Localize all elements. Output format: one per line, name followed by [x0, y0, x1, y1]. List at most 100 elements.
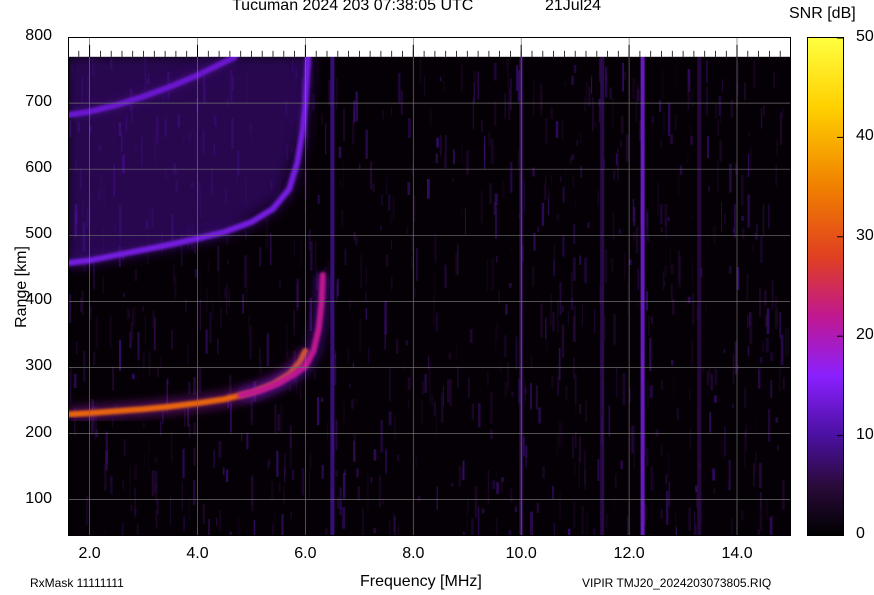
noise-streak [443, 155, 445, 168]
noise-streak [724, 213, 726, 225]
noise-streak [740, 175, 744, 205]
noise-streak [764, 290, 767, 306]
noise-streak [477, 507, 480, 536]
noise-streak [424, 373, 427, 393]
noise-streak [574, 374, 577, 404]
noise-streak [581, 506, 584, 536]
noise-streak [707, 235, 709, 247]
noise-streak [216, 517, 218, 526]
noise-streak [423, 75, 426, 97]
noise-streak [393, 414, 396, 439]
noise-streak [284, 453, 286, 476]
noise-streak [259, 247, 262, 267]
colorbar-gradient [807, 37, 844, 536]
noise-streak [133, 306, 136, 326]
noise-streak [121, 522, 124, 536]
noise-streak [776, 139, 778, 156]
noise-streak [605, 74, 608, 83]
noise-streak [690, 338, 694, 367]
interference-line-0 [640, 56, 645, 536]
noise-streak [207, 258, 210, 273]
noise-streak [509, 283, 512, 288]
noise-streak [721, 201, 722, 232]
noise-streak [407, 377, 411, 391]
noise-streak [617, 148, 619, 181]
noise-streak [276, 450, 279, 477]
noise-streak [500, 364, 502, 374]
noise-streak [636, 88, 640, 102]
noise-streak [356, 468, 359, 478]
noise-streak [105, 431, 108, 465]
noise-streak [494, 193, 498, 206]
noise-streak [289, 386, 291, 392]
noise-streak [671, 283, 673, 302]
noise-streak [103, 529, 105, 536]
noise-streak [536, 503, 540, 513]
y-tick-label-700: 700 [25, 93, 52, 111]
noise-streak [747, 154, 750, 178]
noise-streak [515, 336, 518, 370]
noise-streak [410, 366, 413, 387]
noise-streak [573, 223, 576, 245]
noise-streak [283, 485, 285, 504]
noise-streak [408, 399, 410, 409]
noise-streak [670, 245, 672, 274]
noise-streak [489, 183, 492, 204]
noise-streak [573, 463, 576, 476]
noise-streak [75, 341, 78, 354]
noise-streak [272, 523, 274, 536]
noise-streak [751, 244, 754, 252]
noise-streak [83, 350, 86, 382]
noise-streak [73, 373, 77, 389]
noise-streak [289, 425, 292, 448]
noise-streak [664, 265, 668, 277]
noise-streak [342, 162, 344, 189]
noise-streak [344, 248, 347, 266]
noise-streak [461, 143, 464, 163]
noise-streak [511, 392, 514, 397]
noise-streak [573, 306, 576, 323]
x-tick-label-14.0: 14.0 [721, 545, 753, 562]
colorbar-tick-label-50: 50 [856, 28, 874, 45]
noise-streak [717, 159, 719, 193]
noise-streak [550, 107, 553, 120]
noise-streak [119, 339, 122, 371]
noise-streak [250, 399, 253, 426]
noise-streak [380, 419, 384, 453]
noise-streak [759, 507, 763, 531]
noise-streak [317, 195, 320, 204]
noise-streak [495, 468, 498, 482]
noise-streak [343, 108, 346, 142]
noise-streak [562, 235, 565, 257]
noise-streak [477, 71, 480, 100]
ionogram-plot [68, 37, 791, 536]
noise-streak [227, 259, 229, 265]
noise-streak [193, 447, 196, 466]
noise-streak [782, 109, 784, 118]
noise-streak [314, 372, 317, 380]
noise-streak [93, 351, 96, 366]
noise-streak [745, 423, 748, 452]
noise-streak [224, 287, 226, 299]
noise-streak [618, 228, 622, 234]
noise-streak [490, 139, 494, 164]
noise-streak [274, 511, 276, 532]
noise-streak [242, 294, 244, 314]
chart-title: Tucuman 2024 203 07:38:05 UTC [232, 0, 474, 14]
noise-streak [625, 134, 629, 162]
noise-streak [755, 452, 757, 473]
noise-streak [620, 116, 624, 134]
noise-streak [469, 329, 473, 343]
noise-streak [456, 244, 459, 276]
noise-streak [181, 481, 183, 511]
noise-streak [400, 90, 403, 115]
noise-streak [671, 264, 674, 275]
noise-streak [415, 457, 417, 467]
noise-streak [671, 360, 674, 366]
noise-streak [410, 256, 413, 270]
noise-streak [491, 257, 495, 290]
noise-streak [279, 280, 281, 289]
y-tick-label-200: 200 [25, 423, 52, 441]
noise-streak [268, 459, 271, 466]
x-tick-label-8.0: 8.0 [402, 545, 425, 562]
